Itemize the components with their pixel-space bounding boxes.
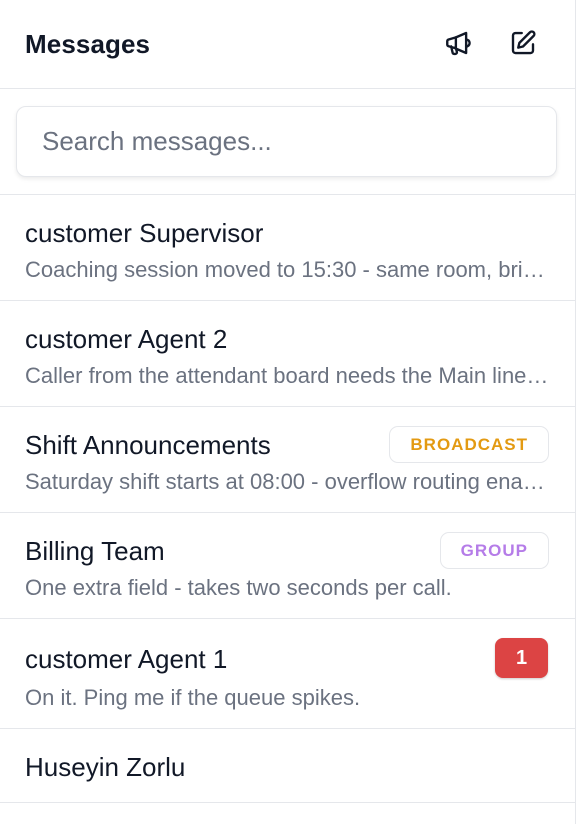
broadcast-badge: BROADCAST <box>389 426 549 463</box>
search-bar <box>0 89 576 195</box>
conversation-row[interactable]: Billing Team GROUP One extra field - tak… <box>0 513 576 619</box>
conversation-row[interactable]: Huseyin Zorlu <box>0 729 576 803</box>
conversation-preview: One extra field - takes two seconds per … <box>25 575 452 600</box>
messages-panel: Messages customer Su <box>0 0 576 824</box>
conversation-row[interactable]: customer Agent 2 Caller from the attenda… <box>0 301 576 407</box>
conversation-list: customer Supervisor Coaching session mov… <box>0 195 576 803</box>
conversation-name: Shift Announcements <box>25 430 271 460</box>
unread-count-badge: 1 <box>495 638 548 678</box>
broadcast-button[interactable] <box>441 26 475 60</box>
conversation-preview: Coaching session moved to 15:30 - same r… <box>25 257 550 282</box>
search-input[interactable] <box>16 106 557 177</box>
conversation-preview: Caller from the attendant board needs th… <box>25 363 550 388</box>
conversation-preview: Saturday shift starts at 08:00 - overflo… <box>25 469 550 494</box>
page-title: Messages <box>25 29 151 59</box>
conversation-name: Billing Team <box>25 536 165 566</box>
conversation-row[interactable]: customer Agent 1 1 On it. Ping me if the… <box>0 619 576 729</box>
conversation-name: customer Agent 2 <box>25 324 228 354</box>
conversation-name: customer Supervisor <box>25 218 264 248</box>
conversation-row[interactable]: customer Supervisor Coaching session mov… <box>0 195 576 301</box>
conversation-name: customer Agent 1 <box>25 644 228 674</box>
conversation-preview: On it. Ping me if the queue spikes. <box>25 685 361 710</box>
compose-icon <box>508 28 538 58</box>
messages-header: Messages <box>0 0 576 89</box>
conversation-row[interactable]: Shift Announcements BROADCAST Saturday s… <box>0 407 576 513</box>
megaphone-icon <box>443 28 473 58</box>
group-badge: GROUP <box>439 532 549 569</box>
compose-button[interactable] <box>506 26 540 60</box>
conversation-name: Huseyin Zorlu <box>25 752 186 782</box>
